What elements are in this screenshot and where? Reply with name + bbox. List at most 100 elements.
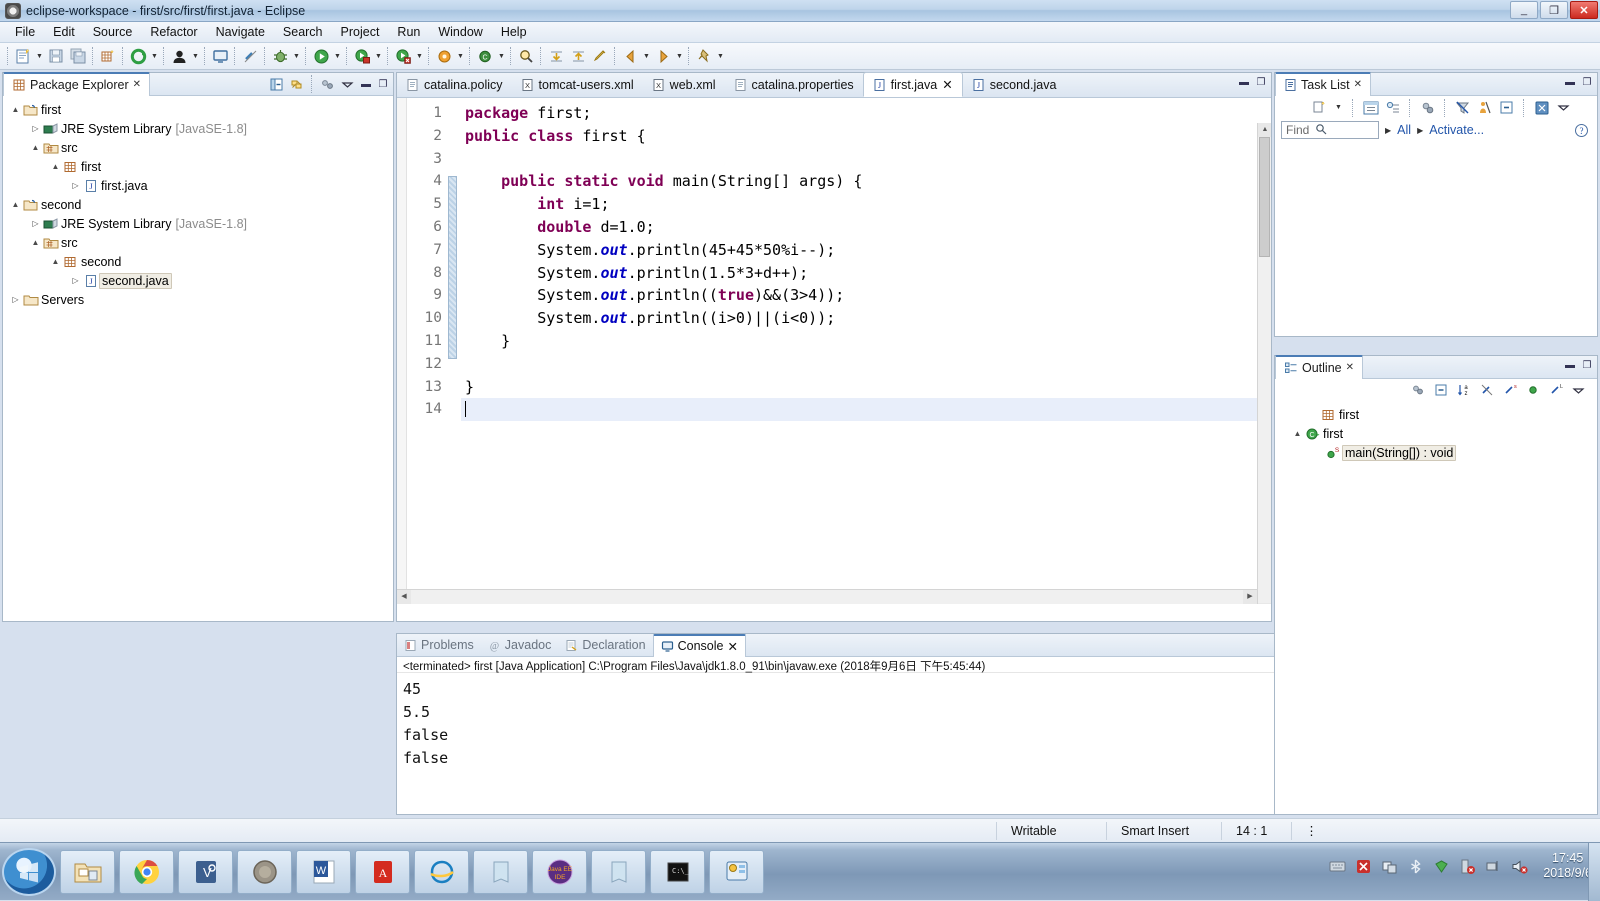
debug-dropdown-icon[interactable]: ▼ bbox=[291, 46, 302, 66]
tree-item-servers[interactable]: ▷ Servers bbox=[5, 290, 393, 309]
last-edit-icon[interactable] bbox=[590, 46, 610, 66]
run-dropdown-icon[interactable]: ▼ bbox=[332, 46, 343, 66]
outline-item-main-method[interactable]: S main(String[]) : void bbox=[1277, 443, 1597, 462]
maximize-icon[interactable]: ❐ bbox=[1254, 75, 1268, 89]
external-dropdown-icon[interactable]: ▼ bbox=[455, 46, 466, 66]
tree-item-second-java-file[interactable]: ▷ J second.java bbox=[5, 271, 393, 290]
twisty-icon[interactable]: ▲ bbox=[49, 162, 62, 171]
outline-item-package[interactable]: first bbox=[1277, 405, 1597, 424]
user-icon[interactable] bbox=[169, 46, 189, 66]
taskbar-chrome-icon[interactable] bbox=[119, 849, 174, 894]
outline-item-class[interactable]: ▲ C first bbox=[1277, 424, 1597, 443]
new-console-icon[interactable] bbox=[210, 46, 230, 66]
keyboard-icon[interactable] bbox=[1329, 858, 1346, 875]
maximize-icon[interactable]: ❐ bbox=[1580, 358, 1594, 372]
source-code[interactable]: package first; public class first { publ… bbox=[461, 98, 1271, 604]
maximize-icon[interactable]: ❐ bbox=[376, 77, 390, 91]
focus-on-workweek-icon[interactable] bbox=[1419, 99, 1436, 116]
minimize-button[interactable]: _ bbox=[1510, 1, 1538, 19]
minimize-icon[interactable]: ▬ bbox=[359, 77, 373, 91]
scroll-left-arrow-icon[interactable]: ◀ bbox=[397, 590, 411, 604]
refresh-icon[interactable] bbox=[128, 46, 148, 66]
collapse-all-icon[interactable] bbox=[1432, 382, 1449, 399]
hide-static-icon[interactable]: s bbox=[1501, 382, 1518, 399]
menu-edit[interactable]: Edit bbox=[44, 23, 84, 41]
taskbar-file-explorer-icon[interactable] bbox=[60, 849, 115, 894]
maximize-icon[interactable]: ❐ bbox=[1580, 75, 1594, 89]
taskbar-internet-explorer-icon[interactable] bbox=[414, 849, 469, 894]
editor-tab-second-java[interactable]: J second.java bbox=[963, 73, 1066, 97]
collapse-all-icon[interactable] bbox=[268, 76, 285, 93]
tree-item-package-first[interactable]: ▲ first bbox=[5, 157, 393, 176]
twisty-icon[interactable]: ▲ bbox=[9, 105, 22, 114]
taskbar-coin-icon[interactable] bbox=[237, 849, 292, 894]
tab-problems[interactable]: Problems bbox=[397, 634, 481, 657]
back-dropdown-icon[interactable]: ▼ bbox=[641, 46, 652, 66]
search-icon[interactable] bbox=[1315, 123, 1327, 135]
new-task-dropdown-icon[interactable]: ▼ bbox=[1333, 98, 1344, 118]
focus-on-active-task-icon[interactable] bbox=[319, 76, 336, 93]
close-button[interactable]: ✕ bbox=[1570, 1, 1598, 19]
stop-server-icon[interactable] bbox=[393, 46, 413, 66]
minimize-icon[interactable]: ▬ bbox=[1237, 75, 1251, 89]
view-menu-icon[interactable] bbox=[1570, 382, 1587, 399]
link-break-icon[interactable] bbox=[240, 46, 260, 66]
run-server-icon[interactable] bbox=[352, 46, 372, 66]
taskbar-notepad-2-icon[interactable] bbox=[591, 849, 646, 894]
save-icon[interactable] bbox=[46, 46, 66, 66]
tree-item-second-project[interactable]: ▲ second bbox=[5, 195, 393, 214]
editor-tab-web-xml[interactable]: X web.xml bbox=[643, 73, 725, 97]
search-icon[interactable] bbox=[516, 46, 536, 66]
twisty-icon[interactable]: ▷ bbox=[29, 124, 42, 133]
windows-start-icon[interactable] bbox=[2, 847, 56, 896]
editor-horizontal-scrollbar[interactable]: ◀ ▶ bbox=[397, 589, 1257, 604]
chevron-right-icon[interactable]: ▶ bbox=[1417, 126, 1423, 135]
twisty-icon[interactable]: ▷ bbox=[69, 181, 82, 190]
tab-console[interactable]: Console ✕ bbox=[652, 633, 746, 657]
close-icon[interactable]: ✕ bbox=[942, 77, 952, 92]
menu-search[interactable]: Search bbox=[274, 23, 332, 41]
tree-item-first-java-file[interactable]: ▷ J first.java bbox=[5, 176, 393, 195]
new-class-dropdown-icon[interactable]: ▼ bbox=[496, 46, 507, 66]
tab-javadoc[interactable]: @ Javadoc bbox=[481, 634, 559, 657]
menu-source[interactable]: Source bbox=[84, 23, 142, 41]
find-input[interactable]: Find bbox=[1281, 121, 1379, 139]
menu-refactor[interactable]: Refactor bbox=[141, 23, 206, 41]
taskbar-java-ee-ide-icon[interactable]: Java EE IDE bbox=[532, 849, 587, 894]
taskbar-word-icon[interactable]: W bbox=[296, 849, 351, 894]
taskbar-notepad-icon[interactable] bbox=[473, 849, 528, 894]
close-icon[interactable]: ✕ bbox=[133, 79, 141, 90]
windows-copy-icon[interactable] bbox=[1381, 858, 1398, 875]
menu-file[interactable]: File bbox=[6, 23, 44, 41]
code-editor[interactable]: 1 2 3 4− 5 6 7 8 9 10 11 12 13 14 packag… bbox=[397, 98, 1271, 604]
twisty-icon[interactable]: ▷ bbox=[69, 276, 82, 285]
pin-editor-icon[interactable] bbox=[694, 46, 714, 66]
scroll-up-arrow-icon[interactable]: ▲ bbox=[1258, 123, 1271, 137]
menu-navigate[interactable]: Navigate bbox=[207, 23, 274, 41]
back-icon[interactable] bbox=[620, 46, 640, 66]
prev-annotation-icon[interactable] bbox=[568, 46, 588, 66]
editor-tab-catalina-properties[interactable]: catalina.properties bbox=[725, 73, 863, 97]
scrollbar-thumb[interactable] bbox=[1259, 137, 1270, 257]
new-class-icon[interactable]: C bbox=[475, 46, 495, 66]
tab-declaration[interactable]: Declaration bbox=[558, 634, 652, 657]
synchronize-changed-icon[interactable] bbox=[1533, 99, 1550, 116]
run-icon[interactable] bbox=[311, 46, 331, 66]
taskbar-command-prompt-icon[interactable]: C:\_ bbox=[650, 849, 705, 894]
antivirus-icon[interactable] bbox=[1355, 858, 1372, 875]
twisty-icon[interactable]: ▲ bbox=[1291, 429, 1304, 438]
menu-help[interactable]: Help bbox=[492, 23, 536, 41]
minimize-icon[interactable]: ▬ bbox=[1563, 75, 1577, 89]
hide-local-types-icon[interactable]: L bbox=[1547, 382, 1564, 399]
stop-dropdown-icon[interactable]: ▼ bbox=[414, 46, 425, 66]
run-server-dropdown-icon[interactable]: ▼ bbox=[373, 46, 384, 66]
twisty-icon[interactable]: ▲ bbox=[29, 143, 42, 152]
filter-completed-icon[interactable] bbox=[1454, 99, 1471, 116]
debug-icon[interactable] bbox=[270, 46, 290, 66]
green-shield-icon[interactable] bbox=[1433, 858, 1450, 875]
scroll-right-arrow-icon[interactable]: ▶ bbox=[1243, 590, 1257, 604]
collapse-all-icon[interactable] bbox=[1498, 99, 1515, 116]
filter-activate-link[interactable]: Activate... bbox=[1429, 123, 1484, 137]
tree-item-jre-library-first[interactable]: ▷ JRE System Library [JavaSE-1.8] bbox=[5, 119, 393, 138]
twisty-icon[interactable]: ▷ bbox=[9, 295, 22, 304]
